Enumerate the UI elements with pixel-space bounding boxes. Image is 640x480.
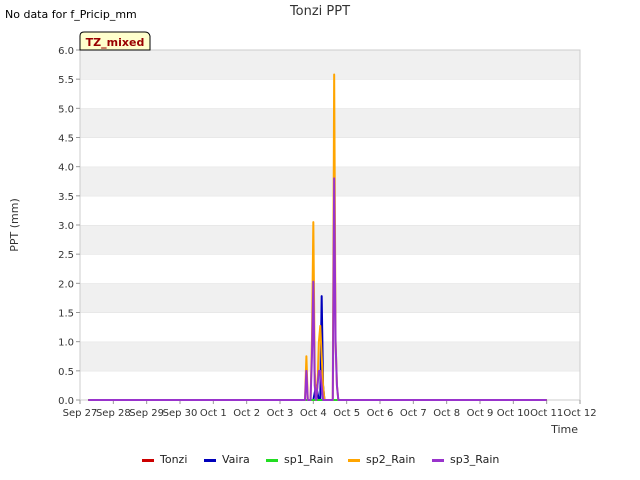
legend-swatch [348,459,360,462]
grid-band [80,341,580,371]
x-tick-label: Oct 6 [367,408,394,419]
x-axis-ticks: Sep 27Sep 28Sep 29Sep 30 Oct 1 Oct 2 Oct 3 O… [63,400,597,419]
x-tick-label: Oct 9 [467,408,494,419]
x-tick-label: Oct 12 [563,408,596,419]
y-tick-label: 5.0 [58,104,74,115]
x-tick-label: Sep 27 [63,408,98,419]
x-tick-label: Oct 10 [497,408,530,419]
y-tick-label: 6.0 [58,46,74,57]
x-tick-label: Oct 2 [233,408,260,419]
grid-band [80,50,580,80]
no-data-note: No data for f_Pricip_mm [5,8,137,21]
grid-band [80,166,580,196]
y-tick-label: 5.5 [58,75,74,86]
grid-band [80,79,580,109]
x-tick-label: Oct 5 [333,408,360,419]
legend-swatch [142,459,154,462]
legend-label: sp1_Rain [284,453,334,466]
legend-swatch [266,459,278,462]
grid-band [80,225,580,255]
y-tick-label: 4.0 [58,163,74,174]
grid-band [80,370,580,400]
legend-label: Tonzi [160,453,188,466]
y-tick-label: 2.5 [58,250,74,261]
y-tick-label: 1.0 [58,338,74,349]
grid-band [80,195,580,225]
legend-label: Vaira [222,453,250,466]
chart-canvas: Tonzi PPT No data for f_Pricip_mm 0.0 0.5… [5,4,597,436]
y-axis-ticks: 0.0 0.5 1.0 1.5 2.0 2.5 3.0 3.5 4.0 4.5 5.0 5.5 6.0 [58,46,80,407]
legend-swatch [204,459,216,462]
y-axis-label: PPT (mm) [8,198,21,252]
x-tick-label: Oct 11 [530,408,563,419]
legend-label: sp2_Rain [366,453,416,466]
grid-band [80,254,580,284]
x-tick-label: Oct 7 [400,408,427,419]
x-tick-label: Oct 3 [267,408,294,419]
grid-bands [80,49,580,400]
x-tick-label: Oct 8 [433,408,460,419]
grid-band [80,108,580,138]
y-tick-label: 3.5 [58,192,74,203]
x-tick-label: Oct 1 [200,408,227,419]
y-tick-label: 0.5 [58,367,74,378]
grid-band [80,312,580,342]
x-tick-label: Sep 30 [163,408,198,419]
x-tick-label: Oct 4 [300,408,327,419]
legend-swatch [432,459,444,462]
y-tick-label: 4.5 [58,134,74,145]
grid-band [80,283,580,313]
x-axis-label: Time [550,423,578,436]
chart-title: Tonzi PPT [289,4,350,19]
x-tick-label: Sep 28 [96,408,131,419]
grid-band [80,137,580,167]
tz-badge-label: TZ_mixed [86,36,145,49]
tz-badge: TZ_mixed [79,31,151,51]
legend-label: sp3_Rain [450,453,500,466]
y-tick-label: 2.0 [58,279,74,290]
y-tick-label: 0.0 [58,396,74,407]
x-tick-label: Sep 29 [129,408,164,419]
y-tick-label: 1.5 [58,309,74,320]
legend: Tonzi Vaira sp1_Rain sp2_Rain sp3_Rain [0,452,640,470]
y-tick-label: 3.0 [58,221,74,232]
